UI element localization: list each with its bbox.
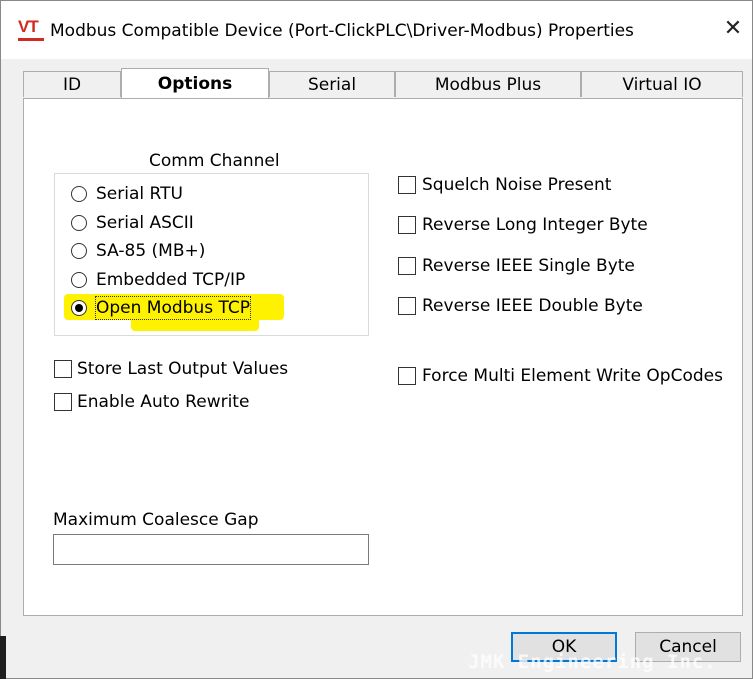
max-coalesce-gap-input[interactable]: [53, 534, 369, 565]
reverse-long-integer-label: Reverse Long Integer Byte: [422, 215, 648, 235]
background-strip: [0, 636, 6, 679]
reverse-ieee-single-label: Reverse IEEE Single Byte: [422, 256, 635, 276]
comm-channel-label: Comm Channel: [149, 151, 280, 171]
tab-modbus-plus[interactable]: Modbus Plus: [395, 71, 581, 97]
radio-serial-ascii[interactable]: [71, 215, 87, 231]
radio-serial-rtu[interactable]: [71, 186, 87, 202]
window-title: Modbus Compatible Device (Port-ClickPLC\…: [50, 21, 634, 41]
reverse-long-integer-checkbox[interactable]: [398, 216, 416, 234]
tab-virtual-io[interactable]: Virtual IO: [581, 71, 743, 97]
tab-strip: ID Options Serial Modbus Plus Virtual IO: [23, 68, 743, 99]
force-multi-element-label: Force Multi Element Write OpCodes: [422, 366, 723, 386]
squelch-noise-label: Squelch Noise Present: [422, 175, 612, 195]
properties-dialog: VT Modbus Compatible Device (Port-ClickP…: [0, 0, 753, 679]
force-multi-element-checkbox[interactable]: [398, 367, 416, 385]
radio-embedded-tcpip[interactable]: [71, 272, 87, 288]
max-coalesce-gap-label: Maximum Coalesce Gap: [53, 510, 259, 530]
store-last-output-label: Store Last Output Values: [77, 359, 289, 379]
app-logo-icon: VT: [18, 18, 44, 42]
tab-options[interactable]: Options: [121, 68, 269, 98]
tab-id[interactable]: ID: [23, 71, 121, 97]
close-icon[interactable]: ✕: [717, 13, 749, 45]
reverse-ieee-double-label: Reverse IEEE Double Byte: [422, 296, 643, 316]
radio-label-sa85: SA-85 (MB+): [96, 241, 206, 261]
reverse-ieee-single-checkbox[interactable]: [398, 257, 416, 275]
tab-serial[interactable]: Serial: [269, 71, 395, 97]
store-last-output-checkbox[interactable]: [54, 360, 72, 378]
enable-auto-rewrite-checkbox[interactable]: [54, 393, 72, 411]
enable-auto-rewrite-label: Enable Auto Rewrite: [77, 392, 250, 412]
radio-label-serial-ascii: Serial ASCII: [96, 213, 194, 233]
radio-label-serial-rtu: Serial RTU: [96, 184, 183, 204]
radio-label-open-modbus-tcp: Open Modbus TCP: [94, 296, 252, 320]
radio-open-modbus-tcp[interactable]: [71, 300, 87, 316]
title-bar: VT Modbus Compatible Device (Port-ClickP…: [1, 1, 752, 59]
app-logo-text: VT: [18, 17, 39, 36]
squelch-noise-checkbox[interactable]: [398, 176, 416, 194]
watermark: JMK Engineering Inc.: [468, 651, 717, 673]
radio-sa85[interactable]: [71, 243, 87, 259]
radio-label-embedded-tcpip: Embedded TCP/IP: [96, 270, 246, 290]
reverse-ieee-double-checkbox[interactable]: [398, 297, 416, 315]
